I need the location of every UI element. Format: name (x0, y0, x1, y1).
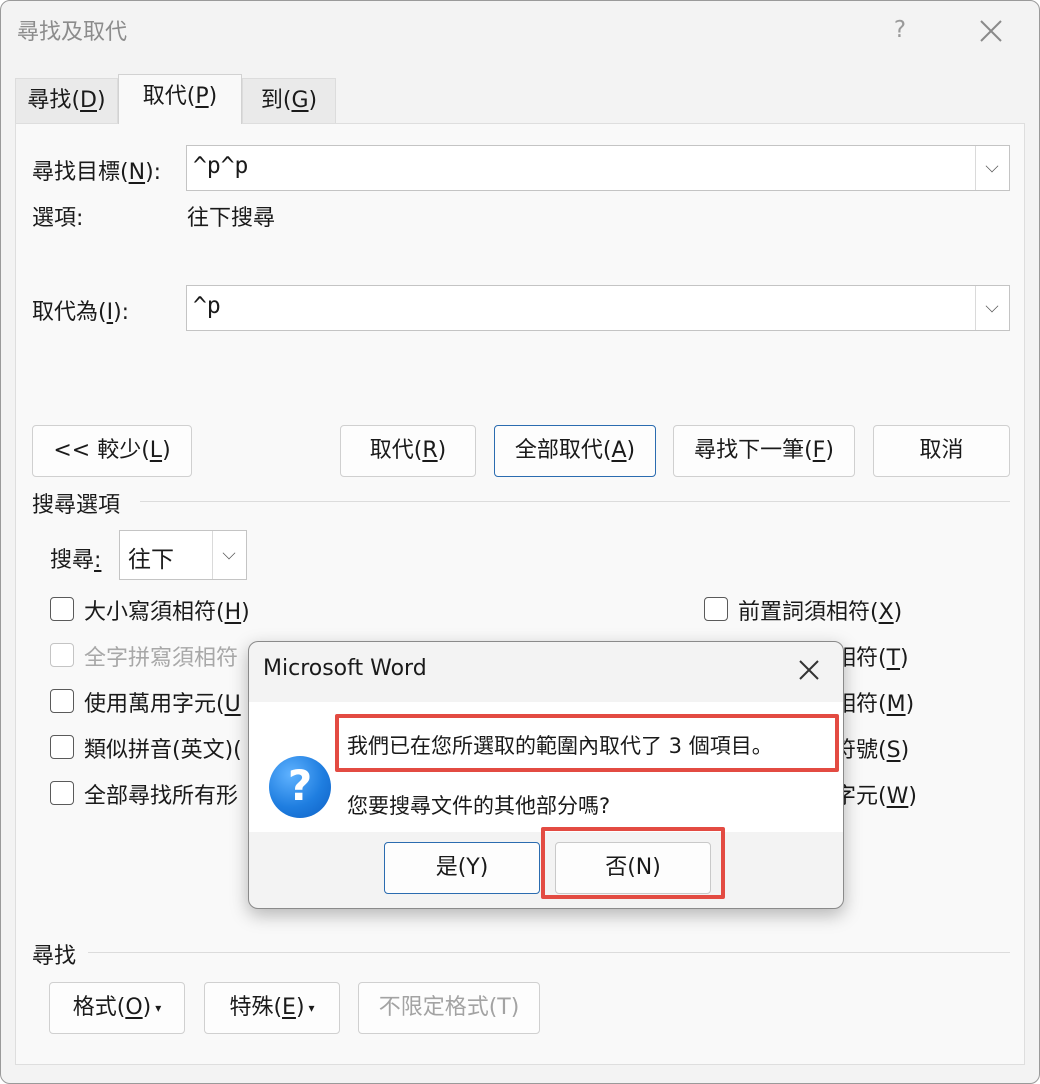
search-options-title: 搜尋選項 (32, 493, 121, 518)
title-bar: 尋找及取代 ? (1, 1, 1039, 61)
message-line-2: 您要搜尋文件的其他部分嗎? (347, 794, 611, 818)
cancel-button[interactable]: 取消 (873, 425, 1010, 477)
find-what-label: 尋找目標(N): (32, 160, 162, 185)
message-body: ? 我們已在您所選取的範圍內取代了 3 個項目。 您要搜尋文件的其他部分嗎? (249, 702, 843, 832)
window-title: 尋找及取代 (17, 20, 128, 45)
tab-find[interactable]: 尋找(D) (15, 78, 118, 124)
chevron-down-icon[interactable] (212, 531, 246, 579)
find-what-value[interactable]: ^p^p (193, 153, 248, 179)
find-next-button[interactable]: 尋找下一筆(F) (673, 425, 855, 477)
special-button[interactable]: 特殊(E) ▾ (204, 982, 340, 1034)
search-direction-label: 搜尋: (50, 548, 102, 573)
dropdown-arrow-icon: ▾ (155, 1001, 162, 1015)
replace-panel: 尋找目標(N): ^p^p 選項: 往下搜尋 取代為(I): ^p << 較少(… (15, 123, 1025, 1065)
no-formatting-button: 不限定格式(T) (358, 982, 540, 1034)
section-divider (140, 501, 1010, 502)
highlight-box (335, 714, 839, 772)
find-replace-dialog: 尋找及取代 ? 尋找(D) 取代(P) 到(G) 尋找目標(N): ^p^p 選… (0, 0, 1040, 1084)
yes-button[interactable]: 是(Y) (384, 842, 540, 894)
question-icon: ? (269, 756, 331, 818)
help-button[interactable]: ? (885, 13, 915, 47)
replace-with-label: 取代為(I): (32, 300, 130, 325)
replace-all-button[interactable]: 全部取代(A) (494, 425, 656, 477)
find-what-combo[interactable]: ^p^p (186, 145, 1010, 191)
match-prefix-checkbox[interactable]: 前置詞須相符(X) (704, 594, 1004, 625)
tab-goto[interactable]: 到(G) (242, 78, 336, 124)
search-direction-combo[interactable]: 往下 (119, 530, 247, 580)
highlight-box (541, 827, 725, 899)
word-message-box: Microsoft Word ? 我們已在您所選取的範圍內取代了 3 個項目。 … (248, 641, 844, 909)
chevron-down-icon[interactable] (975, 146, 1009, 190)
less-button[interactable]: << 較少(L) (32, 425, 192, 477)
close-icon[interactable] (789, 654, 829, 688)
options-label: 選項: (32, 206, 84, 231)
section-divider (88, 952, 1010, 953)
message-box-title: Microsoft Word (263, 656, 427, 681)
replace-with-value[interactable]: ^p (193, 293, 221, 319)
match-case-checkbox[interactable]: 大小寫須相符(H) (50, 594, 330, 625)
options-value: 往下搜尋 (187, 206, 276, 231)
tab-replace[interactable]: 取代(P) (118, 74, 242, 124)
close-icon[interactable] (971, 13, 1011, 49)
replace-button[interactable]: 取代(R) (340, 425, 476, 477)
format-button[interactable]: 格式(O) ▾ (49, 982, 185, 1034)
chevron-down-icon[interactable] (975, 286, 1009, 330)
find-section-title: 尋找 (32, 944, 77, 969)
replace-with-combo[interactable]: ^p (186, 285, 1010, 331)
dropdown-arrow-icon: ▾ (308, 1001, 315, 1015)
